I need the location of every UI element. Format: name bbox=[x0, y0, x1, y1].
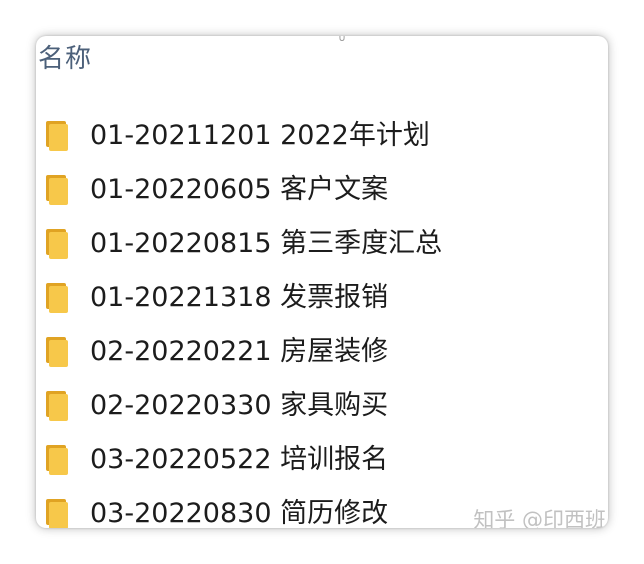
folder-name: 01-20211201 2022年计划 bbox=[90, 120, 430, 151]
folder-name: 02-20220330 家具购买 bbox=[90, 390, 389, 421]
list-item[interactable]: 02-20220330 家具购买 bbox=[36, 386, 608, 426]
list-item[interactable]: 02-20220221 房屋装修 bbox=[36, 332, 608, 372]
list-item[interactable]: 01-20220815 第三季度汇总 bbox=[36, 224, 608, 264]
folder-icon bbox=[46, 283, 68, 313]
list-item[interactable]: 03-20220522 培训报名 bbox=[36, 440, 608, 480]
folder-name: 02-20220221 房屋装修 bbox=[90, 336, 389, 367]
folder-name: 01-20221318 发票报销 bbox=[90, 282, 389, 313]
folder-icon bbox=[46, 337, 68, 367]
watermark: 知乎 @印西班 bbox=[473, 508, 606, 528]
folder-name: 01-20220815 第三季度汇总 bbox=[90, 228, 443, 259]
folder-name: 03-20220522 培训报名 bbox=[90, 444, 389, 475]
list-item[interactable]: 01-20211201 2022年计划 bbox=[36, 116, 608, 156]
folder-name: 01-20220605 客户文案 bbox=[90, 174, 389, 205]
folder-name: 03-20220830 简历修改 bbox=[90, 498, 389, 528]
folder-icon bbox=[46, 499, 68, 528]
folder-icon bbox=[46, 121, 68, 151]
folder-icon bbox=[46, 391, 68, 421]
list-item[interactable]: 01-20220605 客户文案 bbox=[36, 170, 608, 210]
column-header-name[interactable]: 名称 bbox=[38, 43, 92, 75]
folder-icon bbox=[46, 229, 68, 259]
folder-icon bbox=[46, 175, 68, 205]
folder-icon bbox=[46, 445, 68, 475]
file-explorer-panel: ∪ 名称 01-20211201 2022年计划 01-20220605 客户文… bbox=[36, 36, 608, 528]
column-resize-handle[interactable]: ∪ bbox=[338, 36, 346, 43]
list-item[interactable]: 01-20221318 发票报销 bbox=[36, 278, 608, 318]
